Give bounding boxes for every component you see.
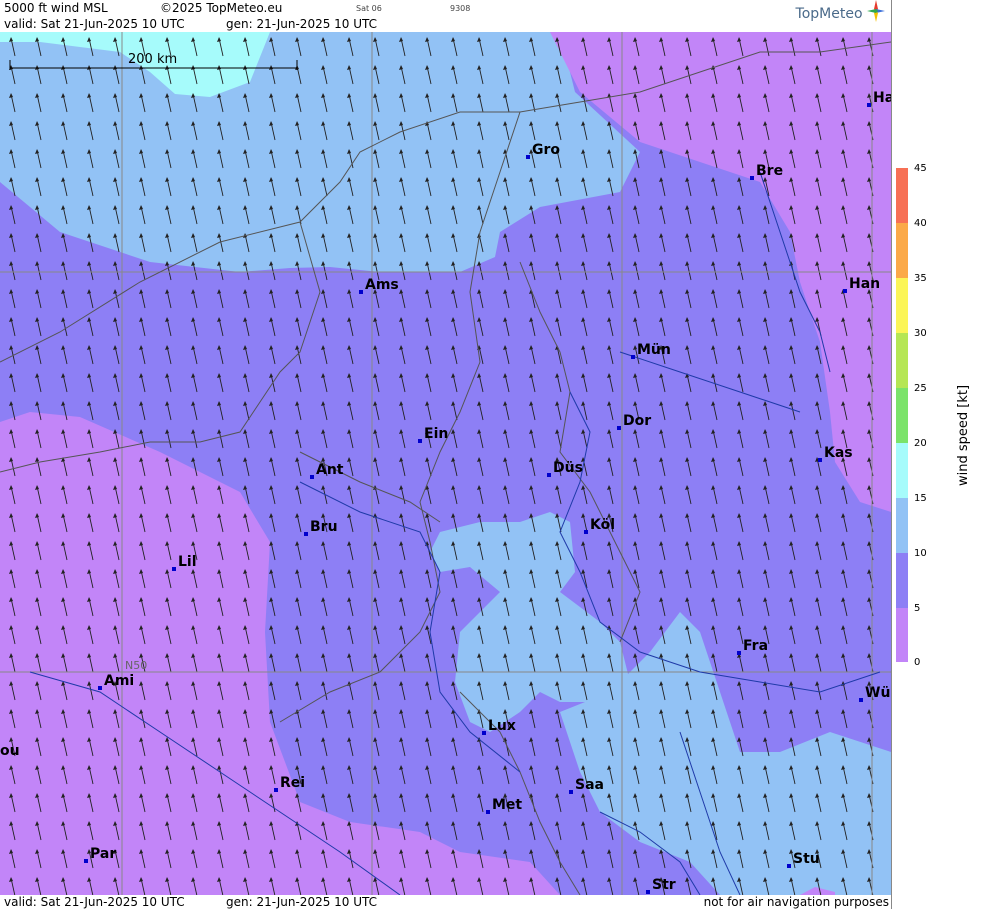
legend-tick: 5 xyxy=(914,603,921,614)
city-label: Dor xyxy=(617,413,651,430)
footer-generated-time: gen: 21-Jun-2025 10 UTC xyxy=(226,895,378,909)
city-label: Lil xyxy=(172,554,197,571)
city-label: Str xyxy=(646,877,676,894)
wind-speed-legend: 45 40 35 30 25 20 15 10 5 0 wind speed [… xyxy=(891,0,983,909)
city-label: Ha xyxy=(867,90,891,107)
city-label: Mün xyxy=(631,342,671,359)
city-label: Kas xyxy=(818,445,853,462)
color-bar xyxy=(896,168,908,662)
day-code: Sat 06 xyxy=(356,4,382,13)
run-code: 9308 xyxy=(450,4,471,13)
city-label: Saa xyxy=(569,777,604,794)
city-label: ou xyxy=(0,743,20,759)
wind-map[interactable]: 200 km N50 Gro Bre Ha Ams Han Mün Ein Do… xyxy=(0,32,891,895)
legend-band-15-20 xyxy=(896,443,908,498)
legend-tick: 10 xyxy=(914,548,927,559)
city-label: Gro xyxy=(526,142,560,159)
generated-time: gen: 21-Jun-2025 10 UTC xyxy=(226,17,378,31)
topmeteo-logo: TopMeteo xyxy=(795,0,885,22)
footer-valid-time: valid: Sat 21-Jun-2025 10 UTC xyxy=(4,895,185,909)
legend-band-0-5 xyxy=(896,608,908,662)
city-label: Köl xyxy=(584,517,615,534)
scale-label: 200 km xyxy=(128,52,178,67)
legend-band-35-40 xyxy=(896,223,908,278)
city-label: Han xyxy=(843,276,880,293)
legend-band-10-15 xyxy=(896,498,908,553)
legend-tick: 45 xyxy=(914,163,927,174)
valid-time: valid: Sat 21-Jun-2025 10 UTC xyxy=(4,17,185,31)
legend-band-5-10 xyxy=(896,553,908,608)
city-label: Rei xyxy=(274,775,305,792)
wind-speed-field xyxy=(0,32,891,895)
product-title: 5000 ft wind MSL xyxy=(4,1,108,15)
legend-tick: 35 xyxy=(914,273,927,284)
graticule-label: N50 xyxy=(125,659,148,672)
disclaimer: not for air navigation purposes xyxy=(703,895,889,909)
city-label: Par xyxy=(84,846,116,863)
legend-band-30-35 xyxy=(896,278,908,333)
city-label: Düs xyxy=(547,460,583,477)
map-header: 5000 ft wind MSL ©2025 TopMeteo.eu Sat 0… xyxy=(0,0,891,32)
city-label: Met xyxy=(486,797,522,814)
legend-tick: 15 xyxy=(914,493,927,504)
legend-tick: 30 xyxy=(914,328,927,339)
city-label: Fra xyxy=(737,638,768,655)
logo-text: TopMeteo xyxy=(795,6,863,22)
city-label: Lux xyxy=(482,718,516,735)
city-label: Ams xyxy=(359,277,399,294)
city-label: Ami xyxy=(98,673,134,690)
map-footer: valid: Sat 21-Jun-2025 10 UTC gen: 21-Ju… xyxy=(0,895,891,909)
legend-tick: 20 xyxy=(914,438,927,449)
compass-icon xyxy=(867,0,885,22)
city-label: Ein xyxy=(418,426,448,443)
wind-arrows-layer xyxy=(0,32,891,895)
legend-tick: 0 xyxy=(914,657,921,668)
legend-unit-label: wind speed [kt] xyxy=(956,384,971,486)
legend-band-25-30 xyxy=(896,333,908,388)
legend-band-20-25 xyxy=(896,388,908,443)
city-label: Ant xyxy=(310,462,344,479)
copyright-label: ©2025 TopMeteo.eu xyxy=(160,1,283,15)
legend-tick: 40 xyxy=(914,218,927,229)
city-label: Bre xyxy=(750,163,783,180)
legend-tick: 25 xyxy=(914,383,927,394)
city-label: Bru xyxy=(304,519,338,536)
legend-band-40-45 xyxy=(896,168,908,223)
city-label: Wü xyxy=(859,685,890,702)
city-label: Stu xyxy=(787,851,820,868)
